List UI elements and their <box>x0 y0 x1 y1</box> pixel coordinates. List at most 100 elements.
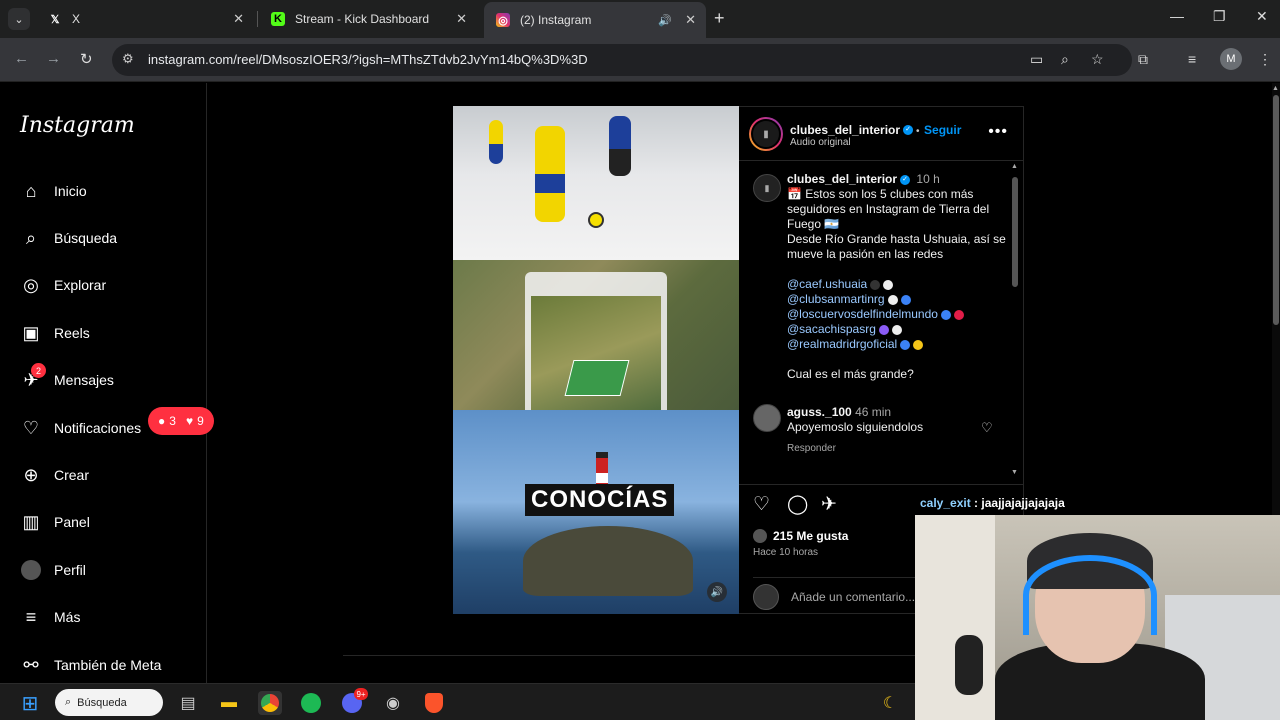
sidebar-item-perfil[interactable]: Perfil <box>20 556 86 584</box>
tab-title: (2) Instagram <box>520 13 592 27</box>
spotify-icon[interactable] <box>299 691 323 715</box>
close-tab-icon[interactable]: ✕ <box>233 11 244 27</box>
minimize-icon[interactable]: — <box>1170 8 1184 24</box>
sidebar-item-inicio[interactable]: ⌂ Inicio <box>20 177 87 205</box>
sidebar-item-mas[interactable]: ≡ Más <box>20 603 81 631</box>
media-control-icon[interactable]: ≡ <box>1188 51 1196 67</box>
notifications-pill[interactable]: ● 3 ♥ 9 <box>148 407 214 435</box>
task-view-icon[interactable]: ▤ <box>176 691 200 715</box>
tab-instagram[interactable]: ◎ (2) Instagram 🔊 ✕ <box>484 2 706 38</box>
extensions-icon[interactable]: ⧉ <box>1138 51 1148 68</box>
flag-emoji-icon: 🇦🇷 <box>824 217 840 231</box>
sidebar-item-busqueda[interactable]: ⌕ Búsqueda <box>20 224 117 252</box>
night-light-icon[interactable]: ☾ <box>878 691 902 715</box>
profile-avatar[interactable]: M <box>1220 48 1242 70</box>
chat-text: jaajjajajjajajaja <box>981 496 1065 510</box>
close-tab-icon[interactable]: ✕ <box>685 12 696 28</box>
instagram-logo[interactable]: Instagram <box>20 113 135 138</box>
yellow-circle-icon <box>913 339 924 350</box>
site-info-icon[interactable]: ⚙ <box>122 51 134 67</box>
scroll-up-icon[interactable]: ▲ <box>1011 163 1018 170</box>
tab-title: Stream - Kick Dashboard <box>295 12 430 26</box>
windows-taskbar: ⊞ ⌕ Búsqueda ▤ ▬ 9+ ◉ ☾ <box>0 683 915 720</box>
sidebar-item-mensajes[interactable]: ✈ 2 Mensajes <box>20 363 114 394</box>
tab-x[interactable]: 𝕏 X ✕ <box>36 4 254 34</box>
scroll-thumb[interactable] <box>1012 177 1018 287</box>
reply-button[interactable]: Responder <box>787 443 836 454</box>
address-bar-row: ← → ↻ ⚙ instagram.com/reel/DMsoszIOER3/?… <box>0 38 1280 82</box>
taskbar-search[interactable]: ⌕ Búsqueda <box>55 689 163 716</box>
install-app-icon[interactable]: ▭ <box>1030 51 1043 68</box>
caption-line: Desde Río Grande hasta Ushuaia, así se m… <box>787 232 1006 261</box>
sound-toggle-icon[interactable]: 🔊 <box>707 582 727 602</box>
close-window-icon[interactable]: ✕ <box>1256 8 1268 25</box>
add-comment-input[interactable]: Añade un comentario... <box>791 590 915 604</box>
comment-username[interactable]: aguss._100 <box>787 405 852 419</box>
commenter-avatar[interactable] <box>753 404 781 432</box>
likes-count[interactable]: 215 Me gusta <box>753 529 848 543</box>
mention-link[interactable]: @realmadridrgoficial <box>787 337 897 351</box>
sidebar-item-label: También de Meta <box>54 657 162 673</box>
rocky-island <box>523 526 693 596</box>
url-text[interactable]: instagram.com/reel/DMsoszIOER3/?igsh=MTh… <box>148 52 588 67</box>
scroll-down-icon[interactable]: ▼ <box>1011 469 1018 476</box>
mention-link[interactable]: @caef.ushuaia <box>787 277 867 291</box>
caption: clubes_del_interior ✓ 10 h 📅 Estos son lo… <box>787 172 1009 382</box>
scroll-thumb[interactable] <box>1273 95 1279 325</box>
brave-icon[interactable] <box>422 691 446 715</box>
comment-like-icon[interactable]: ♡ <box>981 420 993 436</box>
football-pitch <box>564 360 630 396</box>
chrome-icon[interactable] <box>258 691 282 715</box>
speaker-icon[interactable]: 🔊 <box>658 14 672 27</box>
caption-time: 10 h <box>916 172 940 186</box>
maximize-icon[interactable]: ❐ <box>1213 8 1226 25</box>
sidebar-item-reels[interactable]: ▣ Reels <box>20 319 89 347</box>
tab-kick-dashboard[interactable]: K Stream - Kick Dashboard ✕ <box>259 4 477 34</box>
browser-menu-icon[interactable]: ⋮ <box>1258 51 1272 68</box>
new-tab-icon[interactable]: + <box>714 8 725 29</box>
sidebar-item-panel[interactable]: ▥ Panel <box>20 508 90 536</box>
white-circle-icon <box>883 279 894 290</box>
sidebar-item-crear[interactable]: ⊕ Crear <box>20 461 89 489</box>
author-avatar[interactable]: ▮ <box>753 174 781 202</box>
close-tab-icon[interactable]: ✕ <box>456 11 467 27</box>
author-username[interactable]: clubes_del_interior <box>790 123 900 137</box>
bookmark-star-icon[interactable]: ☆ <box>1091 51 1104 68</box>
comment-icon[interactable]: ◯ <box>787 493 808 516</box>
file-explorer-icon[interactable]: ▬ <box>217 691 241 715</box>
taskbar-search-label: Búsqueda <box>77 696 127 709</box>
discord-badge: 9+ <box>354 688 368 700</box>
sidebar-item-explorar[interactable]: ◎ Explorar <box>20 271 106 299</box>
zoom-icon[interactable]: ⌕ <box>1061 51 1069 68</box>
reload-icon[interactable]: ↻ <box>80 50 93 68</box>
share-icon[interactable]: ✈ <box>821 493 837 516</box>
discord-icon[interactable]: 9+ <box>340 688 368 715</box>
mention-link[interactable]: @loscuervosdelfindelmundo <box>787 307 938 321</box>
sidebar-item-tambien-de-meta[interactable]: ⚯ También de Meta <box>20 651 161 679</box>
player-figure <box>489 120 503 164</box>
caption-username[interactable]: clubes_del_interior <box>787 172 897 186</box>
reel-video[interactable]: ♡ ○ ✈ CONOCÍAS 🔊 <box>453 106 739 614</box>
chat-username: caly_exit <box>920 496 971 510</box>
tab-search-dropdown-icon[interactable]: ⌄ <box>8 8 30 30</box>
author-avatar-ring[interactable]: ▮ <box>749 117 783 151</box>
audio-label[interactable]: Audio original <box>790 137 851 148</box>
mention-link[interactable]: @sacachispasrg <box>787 322 876 336</box>
url-field[interactable]: ⚙ instagram.com/reel/DMsoszIOER3/?igsh=M… <box>112 44 1132 76</box>
blue-circle-icon <box>940 309 951 320</box>
back-icon[interactable]: ← <box>14 50 29 67</box>
more-options-icon[interactable]: ••• <box>988 123 1008 141</box>
forward-icon[interactable]: → <box>46 50 61 67</box>
obs-icon[interactable]: ◉ <box>381 691 405 715</box>
mention-link[interactable]: @clubsanmartinrg <box>787 292 885 306</box>
like-heart-icon[interactable]: ♡ <box>753 493 770 516</box>
purple-circle-icon <box>878 324 889 335</box>
windows-start-icon[interactable]: ⊞ <box>18 691 42 715</box>
follow-button[interactable]: Seguir <box>924 123 961 137</box>
player-figure <box>609 116 631 176</box>
sidebar-item-notificaciones[interactable]: ♡ Notificaciones <box>20 414 141 442</box>
sidebar-item-label: Panel <box>54 514 90 530</box>
tab-separator <box>257 11 258 27</box>
scroll-up-icon[interactable]: ▲ <box>1272 85 1279 92</box>
comments-scrollbar[interactable]: ▲ ▼ <box>1011 163 1019 479</box>
